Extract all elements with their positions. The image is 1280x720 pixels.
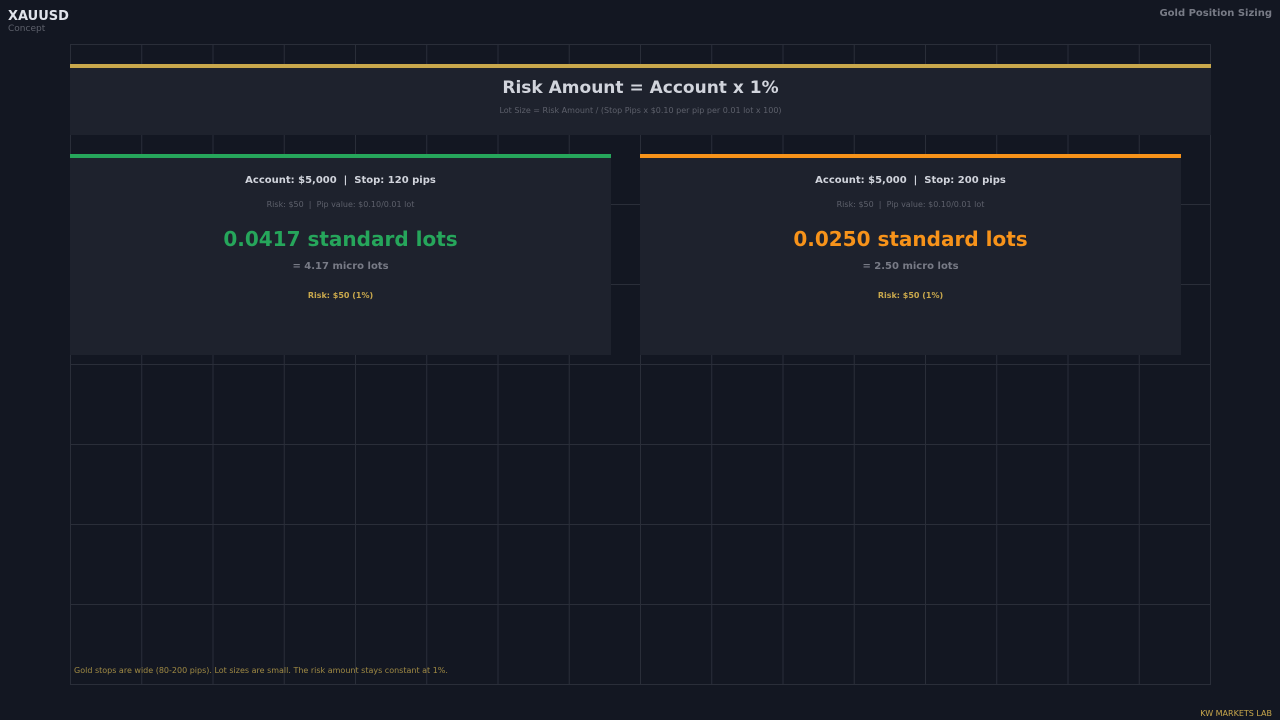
card-standard-lots: 0.0417 standard lots — [223, 227, 458, 251]
card-details: Risk: $50 | Pip value: $0.10/0.01 lot — [266, 200, 415, 209]
card-risk: Risk: $50 (1%) — [307, 291, 374, 300]
page: XAUUSD Concept Gold Position Sizing Risk… — [0, 0, 1280, 720]
card-micro-lots: = 2.50 micro lots — [862, 261, 959, 272]
scenario-card-200-pips: Account: $5,000 | Stop: 200 pips Risk: $… — [640, 154, 1181, 355]
card-micro-lots: = 4.17 micro lots — [292, 261, 389, 272]
card-standard-lots: 0.0250 standard lots — [793, 227, 1028, 251]
formula-main: Risk Amount = Account x 1% — [502, 78, 779, 98]
formula-panel: Risk Amount = Account x 1% Lot Size = Ri… — [70, 64, 1211, 135]
scenario-card-120-pips: Account: $5,000 | Stop: 120 pips Risk: $… — [70, 154, 611, 355]
symbol-name: XAUUSD — [8, 9, 69, 24]
card-heading: Account: $5,000 | Stop: 120 pips — [245, 175, 436, 186]
chart-grid — [70, 44, 1211, 685]
symbol-subtitle: Concept — [8, 24, 46, 34]
footnote: Gold stops are wide (80-200 pips). Lot s… — [74, 666, 448, 675]
formula-sub: Lot Size = Risk Amount / (Stop Pips x $0… — [499, 106, 782, 115]
card-details: Risk: $50 | Pip value: $0.10/0.01 lot — [836, 200, 985, 209]
symbol-block: XAUUSD Concept — [8, 9, 69, 35]
page-title: Gold Position Sizing — [1159, 8, 1272, 19]
card-heading: Account: $5,000 | Stop: 200 pips — [815, 175, 1006, 186]
card-risk: Risk: $50 (1%) — [877, 291, 944, 300]
brand-label: KW MARKETS LAB — [1200, 709, 1272, 718]
